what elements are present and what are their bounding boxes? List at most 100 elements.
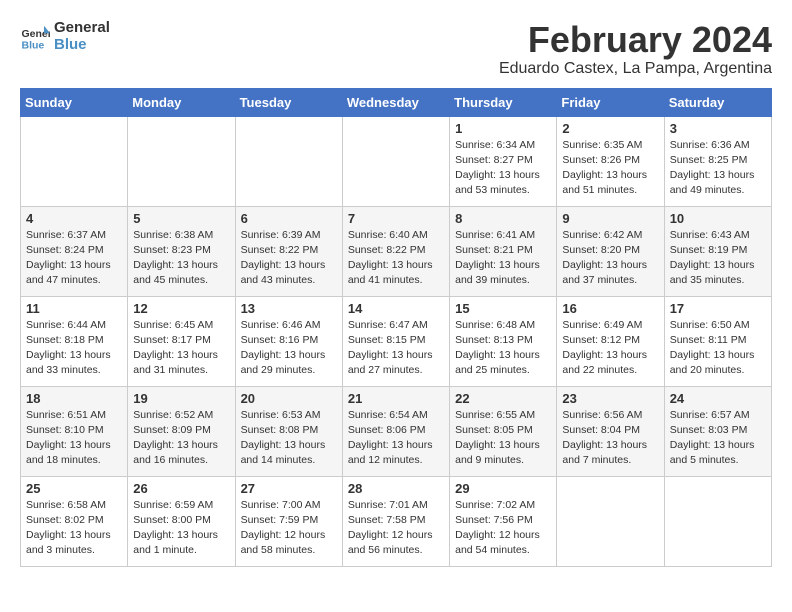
calendar-cell: 26 Sunrise: 6:59 AM Sunset: 8:00 PM Dayli…	[128, 476, 235, 566]
calendar-week-row: 18 Sunrise: 6:51 AM Sunset: 8:10 PM Dayli…	[21, 386, 772, 476]
weekday-row: SundayMondayTuesdayWednesdayThursdayFrid…	[21, 88, 772, 116]
calendar-body: 1 Sunrise: 6:34 AM Sunset: 8:27 PM Daylig…	[21, 116, 772, 566]
calendar-cell: 17 Sunrise: 6:50 AM Sunset: 8:11 PM Dayli…	[664, 296, 771, 386]
day-number: 1	[455, 121, 551, 136]
weekday-header: Thursday	[450, 88, 557, 116]
day-number: 19	[133, 391, 229, 406]
day-number: 3	[670, 121, 766, 136]
day-number: 14	[348, 301, 444, 316]
day-number: 4	[26, 211, 122, 226]
day-info: Sunrise: 6:58 AM Sunset: 8:02 PM Dayligh…	[26, 498, 122, 559]
day-info: Sunrise: 6:54 AM Sunset: 8:06 PM Dayligh…	[348, 408, 444, 469]
day-info: Sunrise: 6:49 AM Sunset: 8:12 PM Dayligh…	[562, 318, 658, 379]
calendar-title: February 2024	[499, 20, 772, 60]
logo: General Blue General Blue	[20, 20, 110, 53]
calendar-cell: 9 Sunrise: 6:42 AM Sunset: 8:20 PM Daylig…	[557, 206, 664, 296]
day-info: Sunrise: 6:37 AM Sunset: 8:24 PM Dayligh…	[26, 228, 122, 289]
day-info: Sunrise: 6:53 AM Sunset: 8:08 PM Dayligh…	[241, 408, 337, 469]
calendar-cell	[664, 476, 771, 566]
day-number: 28	[348, 481, 444, 496]
day-number: 13	[241, 301, 337, 316]
weekday-header: Sunday	[21, 88, 128, 116]
calendar-cell: 25Sunrise: 6:58 AM Sunset: 8:02 PM Dayli…	[21, 476, 128, 566]
weekday-header: Friday	[557, 88, 664, 116]
day-info: Sunrise: 6:50 AM Sunset: 8:11 PM Dayligh…	[670, 318, 766, 379]
weekday-header: Saturday	[664, 88, 771, 116]
day-info: Sunrise: 6:51 AM Sunset: 8:10 PM Dayligh…	[26, 408, 122, 469]
day-info: Sunrise: 6:42 AM Sunset: 8:20 PM Dayligh…	[562, 228, 658, 289]
day-number: 5	[133, 211, 229, 226]
day-info: Sunrise: 6:55 AM Sunset: 8:05 PM Dayligh…	[455, 408, 551, 469]
day-number: 24	[670, 391, 766, 406]
calendar-cell: 27Sunrise: 7:00 AM Sunset: 7:59 PM Dayli…	[235, 476, 342, 566]
day-info: Sunrise: 6:46 AM Sunset: 8:16 PM Dayligh…	[241, 318, 337, 379]
day-number: 11	[26, 301, 122, 316]
page-header: General Blue General Blue February 2024 …	[20, 20, 772, 78]
title-section: February 2024 Eduardo Castex, La Pampa, …	[499, 20, 772, 78]
day-number: 16	[562, 301, 658, 316]
day-number: 6	[241, 211, 337, 226]
day-info: Sunrise: 6:40 AM Sunset: 8:22 PM Dayligh…	[348, 228, 444, 289]
day-info: Sunrise: 6:38 AM Sunset: 8:23 PM Dayligh…	[133, 228, 229, 289]
calendar-subtitle: Eduardo Castex, La Pampa, Argentina	[499, 60, 772, 78]
svg-text:Blue: Blue	[22, 39, 45, 51]
logo-general: General	[54, 20, 110, 37]
calendar-week-row: 11Sunrise: 6:44 AM Sunset: 8:18 PM Dayli…	[21, 296, 772, 386]
calendar-cell: 6 Sunrise: 6:39 AM Sunset: 8:22 PM Daylig…	[235, 206, 342, 296]
day-info: Sunrise: 6:43 AM Sunset: 8:19 PM Dayligh…	[670, 228, 766, 289]
day-info: Sunrise: 6:57 AM Sunset: 8:03 PM Dayligh…	[670, 408, 766, 469]
calendar-cell: 1 Sunrise: 6:34 AM Sunset: 8:27 PM Daylig…	[450, 116, 557, 206]
day-number: 8	[455, 211, 551, 226]
day-info: Sunrise: 6:36 AM Sunset: 8:25 PM Dayligh…	[670, 138, 766, 199]
calendar-cell: 23Sunrise: 6:56 AM Sunset: 8:04 PM Dayli…	[557, 386, 664, 476]
day-number: 22	[455, 391, 551, 406]
calendar-cell: 11Sunrise: 6:44 AM Sunset: 8:18 PM Dayli…	[21, 296, 128, 386]
calendar-cell: 15 Sunrise: 6:48 AM Sunset: 8:13 PM Dayli…	[450, 296, 557, 386]
calendar-table: SundayMondayTuesdayWednesdayThursdayFrid…	[20, 88, 772, 567]
calendar-cell: 19 Sunrise: 6:52 AM Sunset: 8:09 PM Dayli…	[128, 386, 235, 476]
day-number: 9	[562, 211, 658, 226]
day-number: 26	[133, 481, 229, 496]
day-info: Sunrise: 6:41 AM Sunset: 8:21 PM Dayligh…	[455, 228, 551, 289]
day-info: Sunrise: 6:45 AM Sunset: 8:17 PM Dayligh…	[133, 318, 229, 379]
calendar-cell: 10Sunrise: 6:43 AM Sunset: 8:19 PM Dayli…	[664, 206, 771, 296]
logo-icon: General Blue	[20, 22, 50, 52]
calendar-cell: 7 Sunrise: 6:40 AM Sunset: 8:22 PM Daylig…	[342, 206, 449, 296]
calendar-header: SundayMondayTuesdayWednesdayThursdayFrid…	[21, 88, 772, 116]
calendar-cell	[235, 116, 342, 206]
day-info: Sunrise: 6:47 AM Sunset: 8:15 PM Dayligh…	[348, 318, 444, 379]
calendar-cell: 2 Sunrise: 6:35 AM Sunset: 8:26 PM Daylig…	[557, 116, 664, 206]
calendar-cell: 12 Sunrise: 6:45 AM Sunset: 8:17 PM Dayli…	[128, 296, 235, 386]
calendar-cell: 16 Sunrise: 6:49 AM Sunset: 8:12 PM Dayli…	[557, 296, 664, 386]
day-info: Sunrise: 6:52 AM Sunset: 8:09 PM Dayligh…	[133, 408, 229, 469]
day-number: 2	[562, 121, 658, 136]
calendar-cell: 21 Sunrise: 6:54 AM Sunset: 8:06 PM Dayli…	[342, 386, 449, 476]
day-info: Sunrise: 6:56 AM Sunset: 8:04 PM Dayligh…	[562, 408, 658, 469]
weekday-header: Tuesday	[235, 88, 342, 116]
day-number: 29	[455, 481, 551, 496]
calendar-cell: 24 Sunrise: 6:57 AM Sunset: 8:03 PM Dayli…	[664, 386, 771, 476]
day-number: 17	[670, 301, 766, 316]
day-number: 7	[348, 211, 444, 226]
calendar-cell	[128, 116, 235, 206]
calendar-cell: 14 Sunrise: 6:47 AM Sunset: 8:15 PM Dayli…	[342, 296, 449, 386]
day-info: Sunrise: 6:39 AM Sunset: 8:22 PM Dayligh…	[241, 228, 337, 289]
day-info: Sunrise: 7:02 AM Sunset: 7:56 PM Dayligh…	[455, 498, 551, 559]
calendar-cell: 8 Sunrise: 6:41 AM Sunset: 8:21 PM Daylig…	[450, 206, 557, 296]
calendar-cell	[21, 116, 128, 206]
day-number: 21	[348, 391, 444, 406]
day-number: 18	[26, 391, 122, 406]
day-number: 15	[455, 301, 551, 316]
day-info: Sunrise: 7:01 AM Sunset: 7:58 PM Dayligh…	[348, 498, 444, 559]
calendar-cell	[557, 476, 664, 566]
calendar-week-row: 4 Sunrise: 6:37 AM Sunset: 8:24 PM Daylig…	[21, 206, 772, 296]
calendar-cell	[342, 116, 449, 206]
day-info: Sunrise: 6:35 AM Sunset: 8:26 PM Dayligh…	[562, 138, 658, 199]
weekday-header: Wednesday	[342, 88, 449, 116]
day-number: 12	[133, 301, 229, 316]
day-info: Sunrise: 6:48 AM Sunset: 8:13 PM Dayligh…	[455, 318, 551, 379]
calendar-cell: 29 Sunrise: 7:02 AM Sunset: 7:56 PM Dayli…	[450, 476, 557, 566]
day-info: Sunrise: 6:34 AM Sunset: 8:27 PM Dayligh…	[455, 138, 551, 199]
day-info: Sunrise: 7:00 AM Sunset: 7:59 PM Dayligh…	[241, 498, 337, 559]
day-info: Sunrise: 6:59 AM Sunset: 8:00 PM Dayligh…	[133, 498, 229, 559]
